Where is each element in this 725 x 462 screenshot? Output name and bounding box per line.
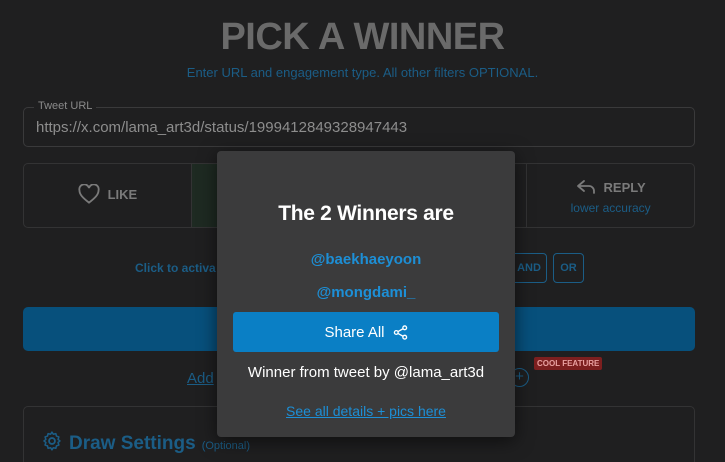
- winner-from-text: Winner from tweet by @lama_art3d: [247, 364, 485, 381]
- winner-handle-2[interactable]: @mongdami_: [217, 284, 515, 301]
- see-details-link[interactable]: See all details + pics here: [217, 403, 515, 419]
- share-all-button[interactable]: Share All: [233, 312, 499, 352]
- or-toggle-button[interactable]: OR: [553, 253, 584, 283]
- page-title: PICK A WINNER: [220, 16, 505, 58]
- draw-settings-optional: (Optional): [201, 440, 250, 452]
- add-filter-link[interactable]: Add: [187, 370, 214, 387]
- reply-label: REPLY: [603, 179, 646, 195]
- and-label: AND: [517, 262, 541, 274]
- or-label: OR: [560, 262, 577, 274]
- reply-option[interactable]: REPLY lower accuracy: [527, 164, 694, 227]
- like-label: LIKE: [107, 186, 138, 202]
- winners-modal-title: The 2 Winners are: [278, 202, 454, 225]
- tweet-url-label: Tweet URL: [34, 100, 97, 112]
- page-background: PICK A WINNER Enter URL and engagement t…: [0, 0, 725, 462]
- draw-settings-title: Draw Settings: [69, 433, 196, 454]
- tweet-url-input[interactable]: https://x.com/lama_art3d/status/19994128…: [36, 119, 407, 136]
- winners-modal: The 2 Winners are @baekhaeyoon @mongdami…: [217, 151, 515, 437]
- cool-feature-badge: COOL FEATURE: [534, 357, 603, 370]
- winner-handle-1[interactable]: @baekhaeyoon: [217, 251, 515, 268]
- reply-accuracy-note: lower accuracy: [570, 201, 651, 215]
- like-option[interactable]: LIKE: [24, 164, 192, 227]
- share-icon: [393, 324, 407, 340]
- page-subtitle: Enter URL and engagement type. All other…: [186, 65, 539, 80]
- tweet-url-field[interactable]: Tweet URL https://x.com/lama_art3d/statu…: [23, 100, 695, 147]
- heart-icon: [78, 184, 100, 204]
- reply-arrow-icon: [576, 180, 595, 194]
- gear-icon: [43, 431, 61, 451]
- activate-filters-text: Click to activa: [135, 261, 216, 275]
- share-all-label: Share All: [324, 323, 385, 341]
